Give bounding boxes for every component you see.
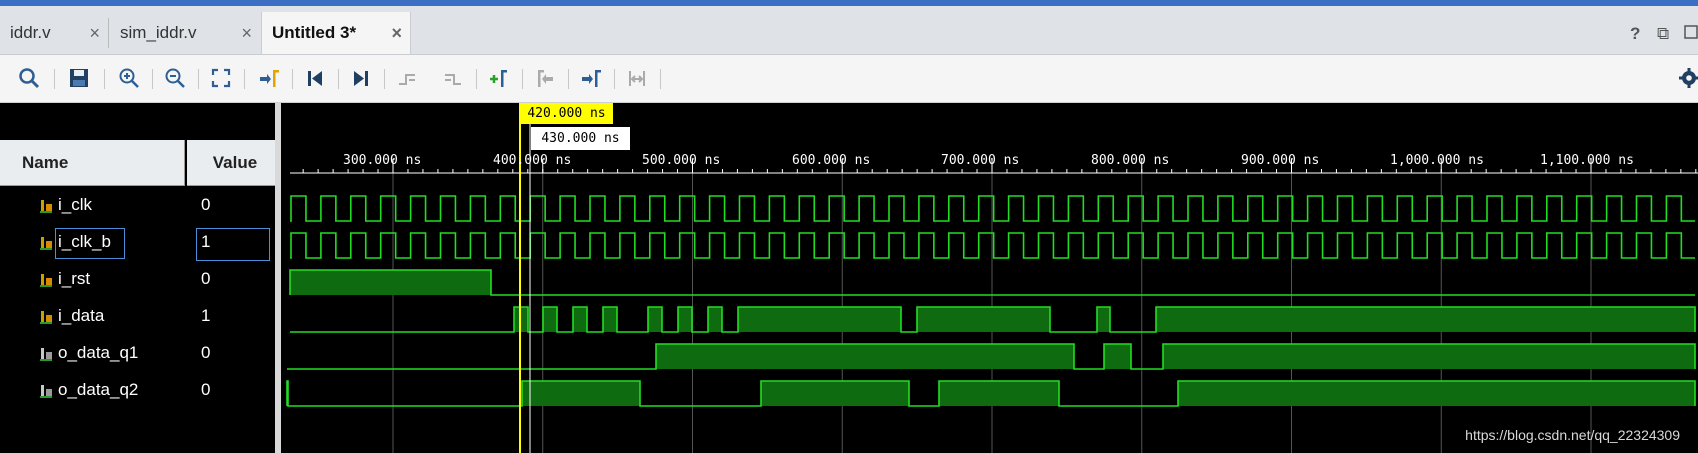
waveform-high-region (708, 307, 722, 332)
waveform-high-region (761, 381, 909, 406)
tab-label: iddr.v (10, 23, 51, 42)
tab-untitled-3[interactable]: Untitled 3* × (261, 12, 411, 54)
toolbar-separator (384, 69, 385, 89)
toolbar-separator (198, 69, 199, 89)
toolbar-separator (104, 69, 105, 89)
close-icon[interactable]: × (241, 23, 252, 44)
time-tick-label: 300.000 ns (343, 153, 422, 168)
primary-cursor-label[interactable]: 420.000 ns (520, 103, 613, 124)
go-to-last-time-icon[interactable] (346, 63, 376, 93)
tab-label: sim_iddr.v (120, 23, 197, 42)
toolbar-separator (522, 69, 523, 89)
waveform-high-region (656, 344, 1074, 369)
save-icon[interactable] (64, 63, 94, 93)
time-tick-label: 900.000 ns (1241, 153, 1320, 168)
waveform-window: Name Value i_clk 0 i_clk_b 1 i_rst 0 i_d… (0, 103, 1698, 453)
toolbar-separator (614, 69, 615, 89)
waveform-high-region (917, 307, 1050, 332)
waveform-high-region (522, 381, 640, 406)
toolbar-separator (244, 69, 245, 89)
swap-cursors-icon[interactable] (622, 63, 652, 93)
waveform-high-region (603, 307, 617, 332)
zoom-fit-icon[interactable] (206, 63, 236, 93)
time-tick-label: 500.000 ns (642, 153, 721, 168)
next-marker-icon[interactable] (576, 63, 606, 93)
zoom-out-icon[interactable] (160, 63, 190, 93)
toolbar-separator (292, 69, 293, 89)
waveform-high-region (1163, 344, 1695, 369)
tab-iddr[interactable]: iddr.v × (0, 12, 108, 54)
time-tick-label: 600.000 ns (792, 153, 871, 168)
time-tick-label: 400.000 ns (493, 153, 572, 168)
waveform-high-region (290, 270, 491, 295)
waveform-high-region (1156, 307, 1695, 332)
help-icon[interactable]: ? (1630, 24, 1640, 44)
toolbar-separator (660, 69, 661, 89)
waveform-high-region (738, 307, 901, 332)
waveform-high-region (939, 381, 1059, 406)
waveform-toolbar (0, 55, 1698, 103)
close-icon[interactable]: × (391, 23, 402, 44)
toolbar-separator (338, 69, 339, 89)
next-transition-icon[interactable] (438, 63, 468, 93)
secondary-cursor-label[interactable]: 430.000 ns (531, 127, 630, 150)
waveform-high-region (1097, 307, 1110, 332)
tab-divider (108, 18, 109, 48)
waveform-high-region (1178, 381, 1695, 406)
waveform-high-region (648, 307, 662, 332)
waveform-high-region (573, 307, 587, 332)
add-marker-icon[interactable] (484, 63, 514, 93)
toolbar-separator (476, 69, 477, 89)
time-tick-label: 800.000 ns (1091, 153, 1170, 168)
toolbar-separator (568, 69, 569, 89)
toolbar-separator (54, 69, 55, 89)
waveform-high-region (678, 307, 692, 332)
waveform-high-region (1104, 344, 1131, 369)
previous-marker-icon[interactable] (530, 63, 560, 93)
previous-transition-icon[interactable] (392, 63, 422, 93)
toolbar-separator (152, 69, 153, 89)
waveform-high-region (543, 307, 557, 332)
editor-tab-bar: iddr.v × sim_iddr.v × Untitled 3* × ? ⧉ (0, 6, 1698, 55)
zoom-in-icon[interactable] (114, 63, 144, 93)
tab-sim-iddr[interactable]: sim_iddr.v × (110, 12, 260, 54)
time-tick-label: 700.000 ns (941, 153, 1020, 168)
watermark: https://blog.csdn.net/qq_22324309 (1465, 427, 1680, 443)
close-icon[interactable]: × (89, 23, 100, 44)
time-tick-label: 1,100.000 ns (1540, 153, 1634, 168)
restore-icon[interactable]: ⧉ (1657, 24, 1669, 44)
go-to-time-zero-icon[interactable] (300, 63, 330, 93)
time-tick-label: 1,000.000 ns (1390, 153, 1484, 168)
maximize-icon[interactable] (1684, 24, 1698, 44)
settings-icon[interactable] (1674, 63, 1698, 93)
tab-label: Untitled 3* (272, 23, 357, 42)
go-to-cursor-icon[interactable] (254, 63, 284, 93)
search-icon[interactable] (14, 63, 44, 93)
